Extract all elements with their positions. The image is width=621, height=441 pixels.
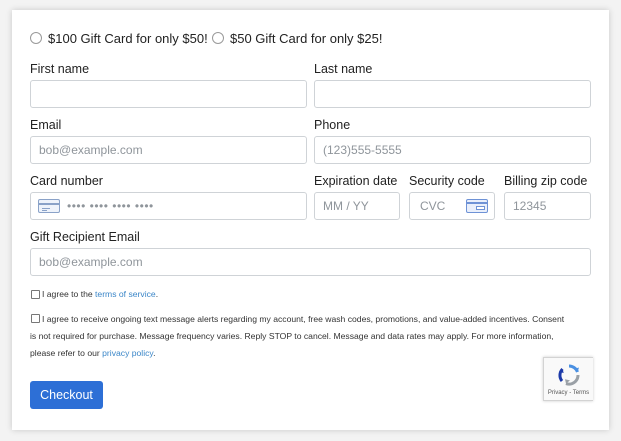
terms-suffix: . — [155, 289, 159, 299]
terms-checkbox[interactable] — [31, 290, 40, 299]
last-name-label: Last name — [314, 62, 373, 76]
card-number-field[interactable] — [30, 192, 307, 220]
security-code-label: Security code — [409, 174, 485, 188]
sms-consent-line-3: please refer to our privacy policy. — [30, 345, 155, 362]
gift-option-50[interactable]: $50 Gift Card for only $25! — [212, 28, 382, 48]
expiration-field[interactable] — [314, 192, 400, 220]
sms-consent-line-1: I agree to receive ongoing text message … — [42, 314, 565, 324]
phone-field[interactable] — [314, 136, 591, 164]
privacy-policy-link[interactable]: privacy policy — [102, 348, 153, 358]
recipient-email-field[interactable] — [30, 248, 591, 276]
sms-consent-checkbox[interactable] — [31, 314, 40, 323]
radio-button[interactable] — [212, 32, 224, 44]
gift-option-50-label: $50 Gift Card for only $25! — [230, 30, 383, 46]
checkout-button[interactable]: Checkout — [30, 381, 103, 409]
checkout-form-card: $100 Gift Card for only $50! $50 Gift Ca… — [12, 10, 609, 430]
first-name-field[interactable] — [30, 80, 307, 108]
cvc-card-icon — [466, 199, 488, 213]
zip-field[interactable] — [504, 192, 591, 220]
privacy-prefix: please refer to our — [30, 348, 103, 358]
email-label: Email — [30, 118, 62, 132]
credit-card-icon — [38, 199, 60, 213]
phone-label: Phone — [314, 118, 351, 132]
recipient-email-label: Gift Recipient Email — [30, 230, 140, 244]
recaptcha-logo-icon — [558, 364, 580, 386]
expiration-label: Expiration date — [314, 174, 398, 188]
privacy-suffix: . — [153, 348, 156, 358]
radio-button[interactable] — [30, 32, 42, 44]
last-name-field[interactable] — [314, 80, 591, 108]
zip-label: Billing zip code — [504, 174, 588, 188]
gift-option-100[interactable]: $100 Gift Card for only $50! — [30, 28, 208, 48]
recaptcha-badge[interactable]: Privacy - Terms — [543, 357, 593, 401]
terms-text: I agree to the terms of service. — [42, 286, 158, 303]
recaptcha-footer[interactable]: Privacy - Terms — [544, 390, 593, 396]
email-field[interactable] — [30, 136, 307, 164]
first-name-label: First name — [30, 62, 90, 76]
terms-of-service-link[interactable]: terms of service — [95, 289, 156, 299]
terms-prefix: I agree to the — [42, 289, 96, 299]
card-number-label: Card number — [30, 174, 103, 188]
sms-consent-line-2: is not required for purchase. Message fr… — [30, 331, 554, 341]
gift-option-100-label: $100 Gift Card for only $50! — [48, 30, 208, 46]
